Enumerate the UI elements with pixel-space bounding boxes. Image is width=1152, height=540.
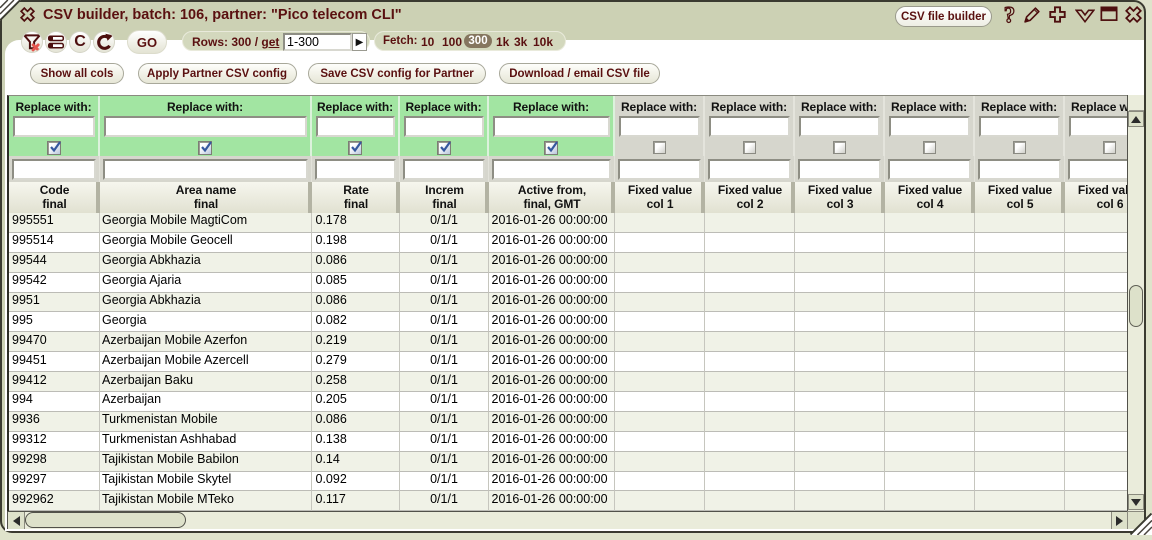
svg-text:?: ? bbox=[1004, 5, 1016, 26]
